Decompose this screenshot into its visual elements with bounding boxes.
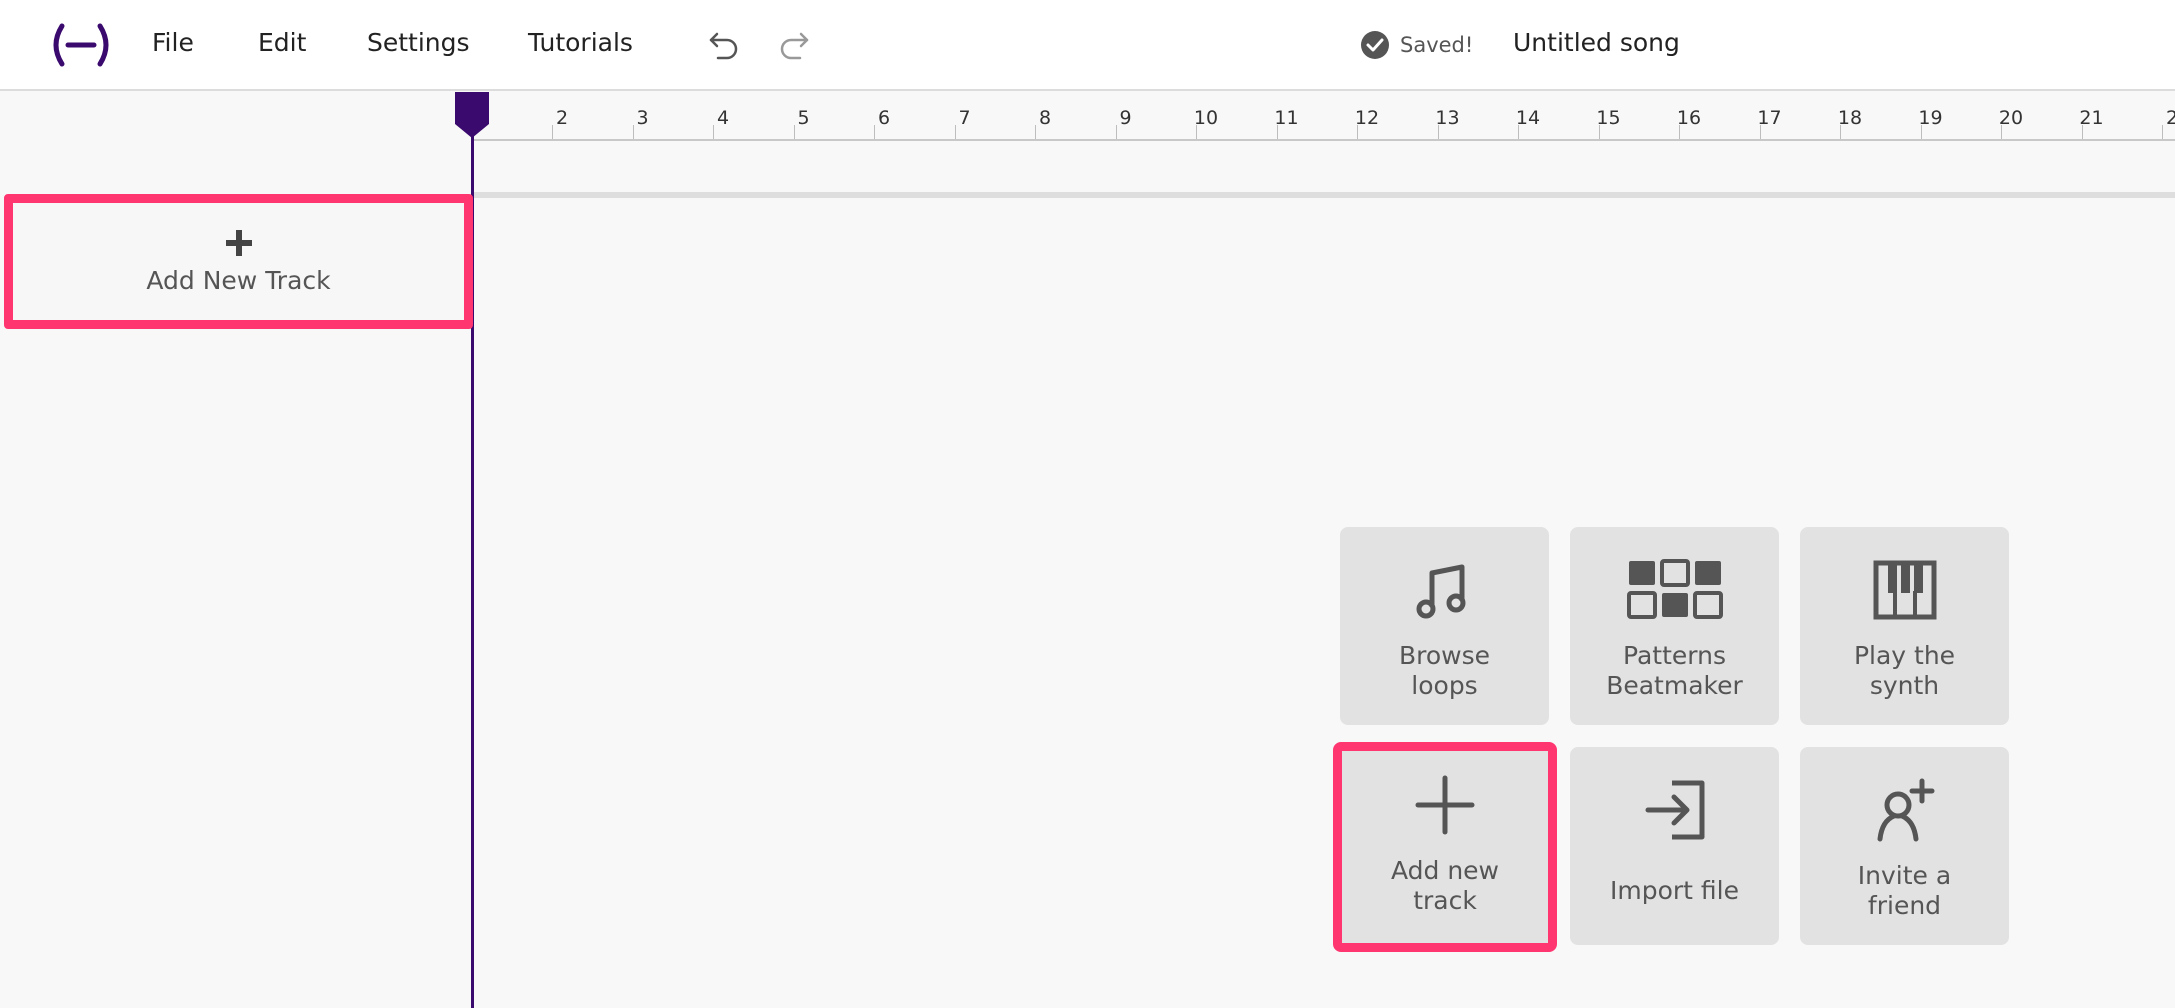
tile-label: Play the synth: [1853, 641, 1956, 700]
play-synth-tile[interactable]: Play the synth: [1800, 527, 2009, 725]
ruler-bar-label: 2: [2165, 107, 2175, 129]
ruler-bar-label: 14: [1515, 107, 1541, 129]
menu-file[interactable]: File: [152, 28, 194, 57]
undo-icon[interactable]: [706, 26, 742, 62]
save-status: Saved!: [1360, 30, 1473, 60]
ruler-bar-label: 18: [1837, 107, 1863, 129]
ruler-tick: [1196, 125, 1197, 139]
invite-friend-tile[interactable]: Invite a friend: [1800, 747, 2009, 945]
import-icon: [1645, 780, 1704, 840]
ruler-bar-label: 11: [1274, 107, 1299, 129]
song-title[interactable]: Untitled song: [1513, 28, 1680, 57]
ruler-tick: [954, 125, 956, 139]
ruler-tick: [1679, 125, 1680, 139]
plus-icon: [1415, 775, 1475, 835]
ruler-baseline: [472, 139, 2175, 141]
ruler-bar-label: 8: [1038, 107, 1052, 129]
ruler-tick: [2001, 125, 2002, 139]
ruler-tick: [1115, 125, 1117, 139]
tile-label: Import file: [1610, 876, 1739, 905]
ruler-tick: [713, 125, 714, 139]
ruler-tick: [1437, 125, 1439, 139]
ruler-bar-label: 21: [2079, 107, 2104, 129]
ruler-tick: [1920, 125, 1922, 139]
menu-settings[interactable]: Settings: [367, 28, 470, 57]
piano-icon: [1873, 560, 1936, 620]
ruler-tick: [793, 125, 795, 139]
ruler-bar-label: 13: [1435, 107, 1460, 129]
redo-icon[interactable]: [776, 26, 812, 62]
music-note-icon: [1416, 564, 1465, 619]
ruler-tick: [1598, 125, 1600, 139]
logo-icon[interactable]: [48, 18, 114, 72]
tile-label: Invite a friend: [1857, 861, 1952, 920]
ruler-bar-label: 3: [636, 107, 649, 129]
ruler-tick: [632, 125, 634, 139]
ruler-bar-label: 19: [1918, 107, 1943, 129]
ruler-bar-label: 5: [797, 107, 810, 129]
ruler-tick: [1035, 125, 1036, 139]
menu-edit[interactable]: Edit: [258, 28, 306, 57]
ruler-bar-label: 15: [1596, 107, 1621, 129]
ruler-tick: [1518, 125, 1519, 139]
ruler-bar-label: 4: [716, 107, 730, 129]
plus-icon: [225, 230, 252, 256]
timeline-track-band: [472, 192, 2175, 198]
check-circle-icon: [1361, 31, 1389, 59]
ruler-tick: [552, 125, 553, 139]
ruler-tick: [1276, 125, 1278, 139]
browse-loops-tile[interactable]: Browse loops: [1340, 527, 1549, 725]
ruler-tick: [2162, 125, 2163, 139]
ruler-tick: [1357, 125, 1358, 139]
add-user-icon: [1877, 778, 1934, 842]
tile-label: Patterns Beatmaker: [1606, 641, 1743, 700]
ruler-bar-label: 20: [1998, 107, 2024, 129]
timeline-ruler[interactable]: 2 3 4 5 6 7 8 9 10 11 12 13 14 15 16 17 18 19 20 21 2: [472, 91, 2175, 141]
ruler-bar-label: 9: [1119, 107, 1132, 129]
ruler-tick: [874, 125, 875, 139]
ruler-bar-label: 16: [1676, 107, 1702, 129]
ruler-tick: [1759, 125, 1761, 139]
ruler-bar-label: 7: [958, 107, 971, 129]
add-new-track-button[interactable]: Add New Track: [4, 194, 473, 329]
grid-pads-icon: [1626, 559, 1723, 619]
ruler-bar-label: 17: [1757, 107, 1782, 129]
ruler-bar-label: 12: [1354, 107, 1380, 129]
tile-label: Browse loops: [1398, 641, 1491, 700]
ruler-bar-label: 2: [555, 107, 569, 129]
ruler-tick: [2081, 125, 2083, 139]
add-track-label: Add New Track: [146, 266, 331, 295]
menu-tutorials[interactable]: Tutorials: [528, 28, 633, 57]
patterns-beatmaker-tile[interactable]: Patterns Beatmaker: [1570, 527, 1779, 725]
ruler-bar-label: 6: [877, 107, 891, 129]
top-bar: File Edit Settings Tutorials Saved! Unti…: [0, 0, 2175, 91]
ruler-tick: [1840, 125, 1841, 139]
add-new-track-tile[interactable]: Add new track: [1333, 742, 1557, 952]
tile-label: Add new track: [1390, 856, 1500, 915]
import-file-tile[interactable]: Import file: [1570, 747, 1779, 945]
ruler-bar-label: 10: [1193, 107, 1219, 129]
saved-label: Saved!: [1400, 33, 1474, 57]
